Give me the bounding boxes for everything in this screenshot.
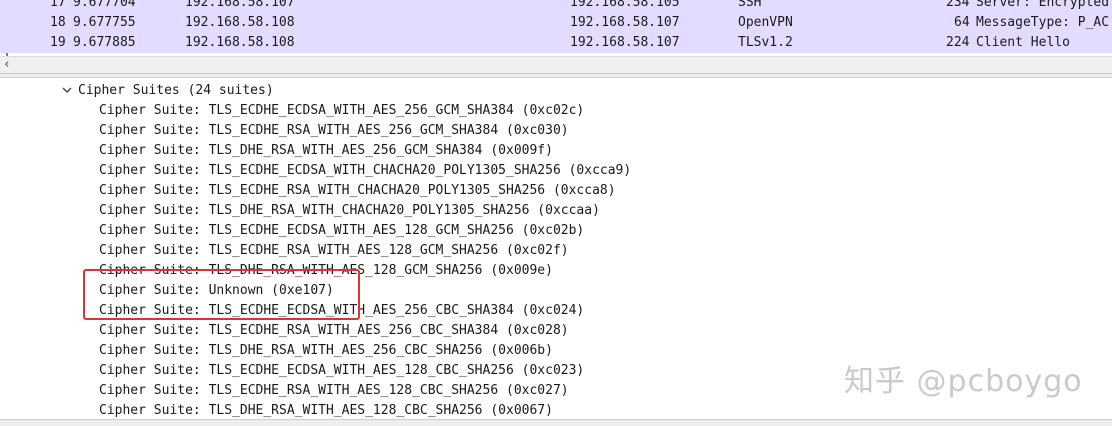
- annotation-box: [83, 269, 360, 320]
- cipher-suites-header[interactable]: Cipher Suites (24 suites): [78, 81, 274, 101]
- pane-divider[interactable]: [0, 74, 1112, 78]
- cipher-suite-item[interactable]: Cipher Suite: TLS_DHE_RSA_WITH_AES_256_G…: [99, 141, 553, 161]
- packet-length: 64: [954, 15, 970, 30]
- packet-destination: 192.168.58.105: [570, 0, 680, 10]
- cipher-suite-item[interactable]: Cipher Suite: TLS_ECDHE_ECDSA_WITH_CHACH…: [99, 161, 631, 181]
- cipher-suite-item[interactable]: Cipher Suite: TLS_ECDHE_RSA_WITH_AES_256…: [99, 121, 569, 141]
- packet-source: 192.168.58.107: [185, 0, 295, 10]
- packet-no: 17: [50, 0, 66, 10]
- horizontal-scrollbar[interactable]: ‹: [0, 56, 1112, 74]
- packet-length: 234: [946, 0, 970, 10]
- cipher-suite-item[interactable]: Cipher Suite: TLS_ECDHE_ECDSA_WITH_AES_1…: [99, 221, 584, 241]
- packet-protocol: SSH: [738, 0, 762, 10]
- packet-protocol: OpenVPN: [738, 15, 793, 30]
- watermark: 知乎 @pcboygo: [844, 364, 1083, 399]
- packet-length: 224: [946, 35, 970, 50]
- cipher-suite-item[interactable]: Cipher Suite: TLS_DHE_RSA_WITH_CHACHA20_…: [99, 201, 600, 221]
- cipher-suite-item[interactable]: Cipher Suite: TLS_ECDHE_ECDSA_WITH_AES_1…: [99, 361, 584, 381]
- packet-row[interactable]: 18 9.677755 192.168.58.108 192.168.58.10…: [0, 13, 1112, 33]
- chevron-down-icon[interactable]: [60, 83, 74, 97]
- packet-no: 19: [50, 35, 66, 50]
- packet-source: 192.168.58.108: [185, 15, 295, 30]
- cipher-suite-item[interactable]: Cipher Suite: TLS_ECDHE_ECDSA_WITH_AES_2…: [99, 101, 584, 121]
- packet-info: Server: Encrypted: [976, 0, 1110, 10]
- packet-no: 18: [50, 15, 66, 30]
- cipher-suite-item[interactable]: Cipher Suite: TLS_DHE_RSA_WITH_AES_128_C…: [99, 401, 553, 421]
- cipher-suite-item[interactable]: Cipher Suite: TLS_ECDHE_RSA_WITH_CHACHA2…: [99, 181, 616, 201]
- packet-time: 9.677704: [73, 0, 136, 10]
- packet-info: MessageType: P_AC: [976, 15, 1110, 30]
- cipher-suite-item[interactable]: Cipher Suite: TLS_ECDHE_RSA_WITH_AES_128…: [99, 241, 569, 261]
- status-bar: [0, 419, 1112, 426]
- packet-time: 9.677755: [73, 15, 136, 30]
- packet-source: 192.168.58.108: [185, 35, 295, 50]
- packet-destination: 192.168.58.107: [570, 35, 680, 50]
- packet-list: 17 9.677704 192.168.58.107 192.168.58.10…: [0, 0, 1112, 56]
- cipher-suite-item[interactable]: Cipher Suite: TLS_DHE_RSA_WITH_AES_256_C…: [99, 341, 553, 361]
- packet-row[interactable]: 17 9.677704 192.168.58.107 192.168.58.10…: [0, 0, 1112, 13]
- packet-protocol: TLSv1.2: [738, 35, 793, 50]
- arrow-left-icon[interactable]: ‹: [3, 57, 11, 73]
- cipher-suite-item[interactable]: Cipher Suite: TLS_ECDHE_RSA_WITH_AES_128…: [99, 381, 569, 401]
- packet-destination: 192.168.58.107: [570, 15, 680, 30]
- packet-info: Client Hello: [976, 35, 1070, 50]
- packet-time: 9.677885: [73, 35, 136, 50]
- cipher-suite-item[interactable]: Cipher Suite: TLS_ECDHE_RSA_WITH_AES_256…: [99, 321, 569, 341]
- packet-row[interactable]: 19 9.677885 192.168.58.108 192.168.58.10…: [0, 33, 1112, 53]
